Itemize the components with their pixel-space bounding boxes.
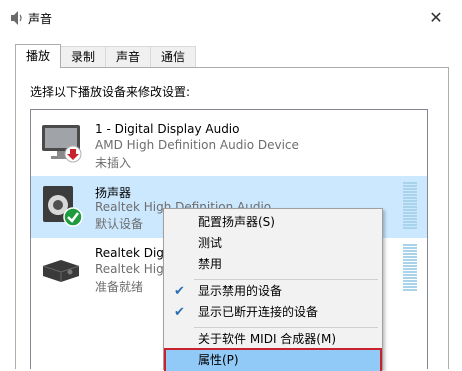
tab-recording[interactable]: 录制 [60, 46, 106, 67]
menu-item-label: 显示已断开连接的设备 [198, 305, 319, 319]
tab-communications[interactable]: 通信 [150, 46, 196, 67]
menu-item-label: 关于软件 MIDI 合成器(M) [198, 332, 337, 346]
speaker-app-icon [11, 11, 22, 25]
device-driver: AMD High Definition Audio Device [95, 138, 299, 152]
monitor-icon [42, 125, 82, 163]
menu-item-label: 显示禁用的设备 [198, 284, 283, 298]
menu-separator [194, 327, 378, 328]
context-menu: 配置扬声器(S) 测试 禁用 ✔ 显示禁用的设备 ✔ 显示已断开连接的设备 关于… [163, 208, 383, 371]
menu-item-show-disconnected[interactable]: ✔ 显示已断开连接的设备 [166, 302, 380, 323]
unplugged-badge-icon [64, 145, 82, 163]
device-status: 默认设备 [95, 217, 144, 231]
menu-separator [194, 279, 378, 280]
checkmark-icon: ✔ [174, 284, 185, 299]
speaker-icon [43, 186, 83, 227]
menu-item-label: 配置扬声器(S) [198, 215, 275, 229]
menu-item-disable[interactable]: 禁用 [166, 254, 380, 275]
default-check-badge-icon [63, 207, 83, 227]
device-name: 1 - Digital Display Audio [95, 122, 240, 136]
device-driver: Realtek High [95, 262, 172, 276]
instruction-text: 选择以下播放设备来修改设置: [30, 85, 191, 99]
device-row-digital-display[interactable]: 1 - Digital Display Audio AMD High Defin… [31, 110, 427, 174]
digital-output-icon [42, 260, 80, 282]
device-name: 扬声器 [95, 186, 132, 200]
title-bar: 声音 ✕ [0, 0, 462, 36]
menu-item-show-disabled[interactable]: ✔ 显示禁用的设备 [166, 281, 380, 302]
device-status: 准备就绪 [95, 280, 144, 294]
menu-item-label: 测试 [198, 236, 223, 250]
close-icon[interactable]: ✕ [424, 6, 448, 30]
menu-item-label: 禁用 [198, 257, 223, 271]
tab-sounds[interactable]: 声音 [105, 46, 151, 67]
volume-meter [403, 182, 417, 230]
checkmark-icon: ✔ [174, 305, 185, 320]
volume-meter [403, 244, 417, 292]
menu-item-about-midi[interactable]: 关于软件 MIDI 合成器(M) [166, 329, 380, 350]
window-title: 声音 [28, 12, 53, 26]
device-status: 未插入 [95, 156, 132, 170]
menu-item-test[interactable]: 测试 [166, 233, 380, 254]
tab-playback[interactable]: 播放 [15, 44, 61, 68]
menu-item-configure-speakers[interactable]: 配置扬声器(S) [166, 212, 380, 233]
device-name: Realtek Digi [95, 246, 168, 260]
